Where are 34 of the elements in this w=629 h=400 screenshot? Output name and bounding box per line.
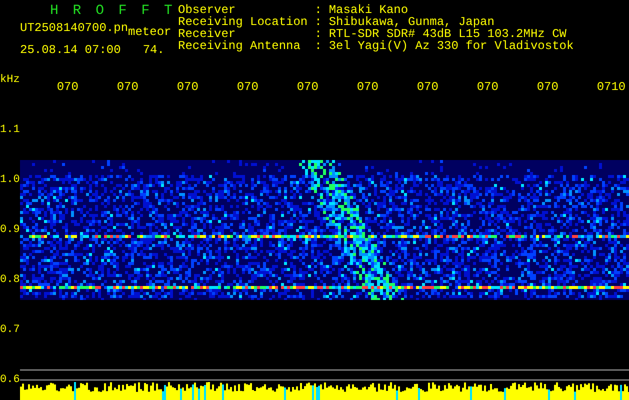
axis-label: 1.1	[0, 124, 20, 136]
info-separator: :	[314, 16, 322, 28]
axis-label: 0.7	[0, 324, 20, 336]
axis-label: 0.9	[0, 224, 20, 236]
info-value: Shibukawa, Gunma, Japan	[328, 16, 496, 28]
time-label: 070	[296, 81, 318, 93]
time-label: 0710	[596, 81, 626, 93]
info-value: 3el Yagi(V) Az 330 for Vladivostok	[328, 40, 574, 52]
axis-label: 1.0	[0, 174, 20, 186]
axis-label: 0.6	[0, 374, 20, 386]
app-title: H R O F F T	[49, 4, 176, 18]
time-label: 070	[176, 81, 198, 93]
info-separator: :	[314, 28, 322, 40]
axis-label: 0.8	[0, 274, 20, 286]
time-label: 070	[356, 81, 378, 93]
time-label: 070	[536, 81, 558, 93]
date-time: 25.08.14 07:00	[20, 44, 121, 56]
axis-unit: kHz	[0, 74, 20, 86]
mode-label: meteor	[128, 26, 172, 38]
file-name: UT2508140700.pn	[20, 22, 128, 34]
info-label: Observer	[178, 4, 236, 16]
info-label: Receiver	[178, 28, 236, 40]
time-label: 070	[476, 81, 498, 93]
info-separator: :	[314, 40, 322, 52]
info-value: RTL-SDR SDR# 43dB L15 103.2MHz CW	[328, 28, 566, 40]
info-label: Receiving Antenna	[178, 40, 302, 52]
time-label: 070	[236, 81, 258, 93]
time-label: 070	[416, 81, 438, 93]
info-value: Masaki Kano	[328, 4, 410, 16]
time-label: 070	[56, 81, 78, 93]
info-label: Receiving Location	[178, 16, 308, 28]
info-separator: :	[314, 4, 322, 16]
time-label: 070	[116, 81, 138, 93]
meteor-count: 74.	[142, 44, 164, 56]
